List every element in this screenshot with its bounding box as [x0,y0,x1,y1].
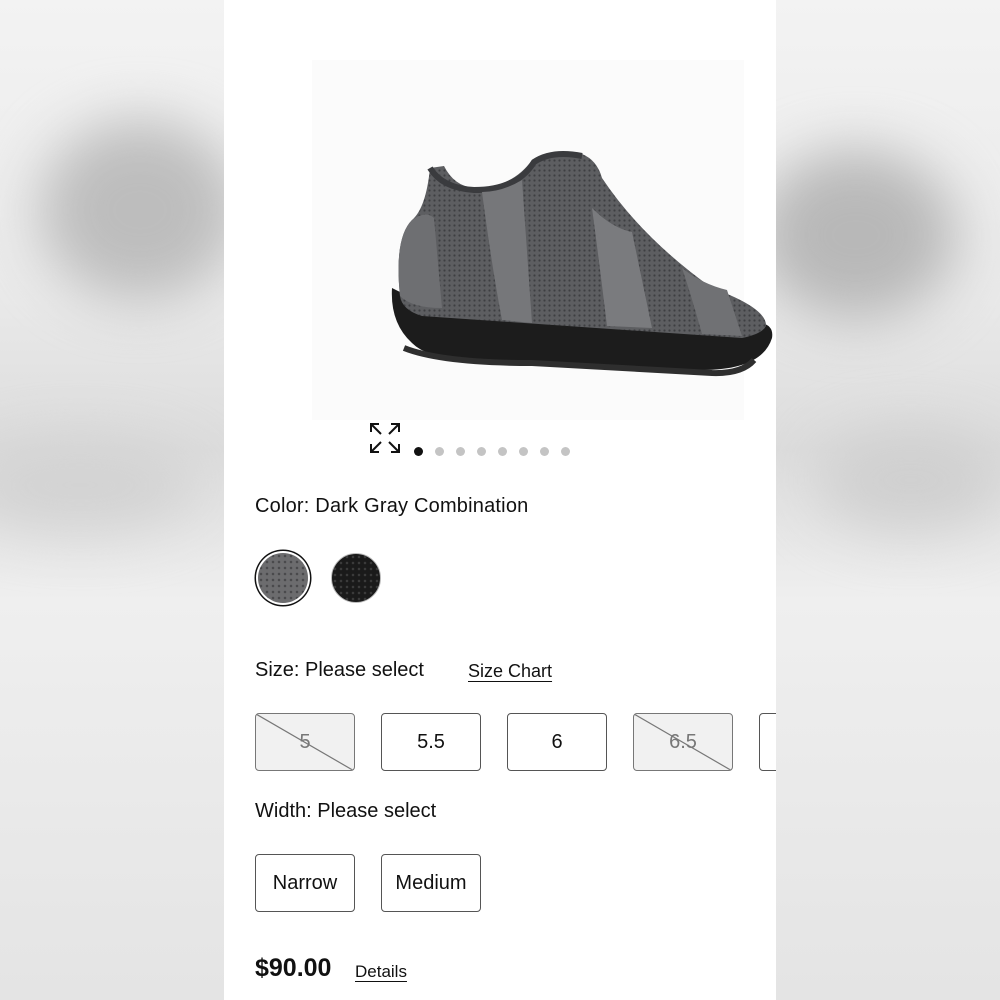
backdrop-right [776,0,1000,1000]
size-option-6-5[interactable]: 6.5 [633,713,733,771]
size-option-5-5[interactable]: 5.5 [381,713,481,771]
size-chart-link[interactable]: Size Chart [468,661,552,682]
backdrop-left [0,0,224,1000]
width-option-label: Medium [395,871,467,894]
size-option-partial[interactable] [759,713,776,771]
width-option-narrow[interactable]: Narrow [255,854,355,912]
width-option-medium[interactable]: Medium [381,854,481,912]
size-option-label: 5 [299,730,311,753]
details-link[interactable]: Details [355,962,407,982]
width-label: Width: Please select [255,800,437,822]
gallery-pagination [414,445,570,457]
size-option-label: 5.5 [417,730,445,753]
shoe-illustration [391,151,773,377]
gallery-dot[interactable] [435,446,444,456]
gallery-dot[interactable] [498,446,507,456]
product-image[interactable] [312,60,773,453]
size-option-6[interactable]: 6 [507,713,607,771]
product-panel: Color: Dark Gray Combination Size: Pleas… [224,0,776,1000]
expand-image-button[interactable] [367,420,403,456]
color-swatch-black[interactable] [331,553,381,603]
size-option-label: 6 [551,730,563,753]
gallery-dot[interactable] [414,446,423,456]
gallery-dot[interactable] [540,446,549,456]
color-swatch-dark-gray[interactable] [258,553,308,603]
gallery-dot[interactable] [477,446,486,456]
gallery-dot[interactable] [456,446,465,456]
gallery-dot[interactable] [561,446,570,456]
size-option-label: 6.5 [669,730,697,753]
color-label: Color: Dark Gray Combination [255,495,529,517]
expand-icon [370,423,400,453]
gallery-dot[interactable] [519,446,528,456]
size-label: Size: Please select [255,659,424,681]
width-option-label: Narrow [272,871,338,894]
product-price: $90.00 [255,954,332,982]
size-option-5[interactable]: 5 [255,713,355,771]
